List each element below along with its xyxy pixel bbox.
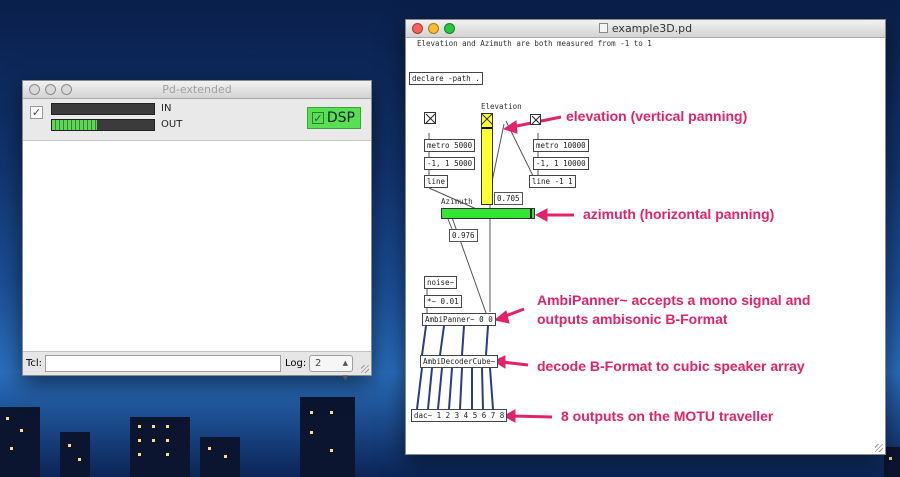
- input-level-meter: [51, 103, 155, 115]
- tcl-input[interactable]: [45, 355, 281, 372]
- metro-left[interactable]: metro 5000: [424, 139, 476, 152]
- toggle-x-icon: [425, 113, 436, 124]
- dac-annotation: 8 outputs on the MOTU traveller: [561, 408, 774, 424]
- dac-object[interactable]: dac~ 1 2 3 4 5 6 7 8: [411, 409, 508, 422]
- azimuth-number[interactable]: 0.976: [449, 229, 478, 242]
- log-label: Log:: [285, 358, 307, 369]
- patch-title: example3D.pd: [611, 22, 693, 35]
- elevation-label: Elevation: [481, 102, 522, 111]
- decoder-annotation: decode B-Format to cubic speaker array: [537, 358, 805, 374]
- azimuth-slider[interactable]: [441, 208, 535, 219]
- azimuth-label: Azimuth: [441, 197, 473, 206]
- slider-x-mark: [481, 113, 493, 125]
- zoom-button[interactable]: [61, 84, 72, 95]
- zoom-button[interactable]: [444, 23, 455, 34]
- panner-annotation-line1: AmbiPanner~ accepts a mono signal and: [537, 292, 811, 308]
- ambipanner-object[interactable]: AmbiPanner~ 0 0: [422, 313, 496, 326]
- elevation-number[interactable]: 0.705: [494, 192, 523, 205]
- azimuth-slider-knob: [529, 209, 532, 218]
- declare-object[interactable]: declare -path .: [409, 72, 483, 85]
- message-right[interactable]: -1, 1 10000: [533, 157, 589, 170]
- pd-extended-titlebar: Pd-extended: [23, 81, 371, 99]
- elevation-slider-knob: [482, 126, 492, 129]
- patch-cords: [416, 115, 574, 423]
- output-level-meter: [51, 119, 155, 131]
- resize-grip-icon[interactable]: [361, 365, 369, 373]
- minimize-button[interactable]: [45, 84, 56, 95]
- tcl-label: Tcl:: [26, 358, 43, 369]
- left-toggle[interactable]: [424, 112, 436, 124]
- meter-enable-checkbox[interactable]: ✓: [30, 106, 43, 119]
- patch-window: example3D.pd Elevation and Azimuth are b…: [405, 19, 886, 455]
- resize-grip-icon[interactable]: [875, 444, 883, 452]
- console-footer: Tcl: Log: 2 ▲ ▼: [23, 351, 371, 382]
- out-label: OUT: [161, 119, 183, 130]
- toggle-x-icon: [531, 115, 541, 125]
- elevation-annotation: elevation (vertical panning): [566, 108, 748, 124]
- dsp-checkbox[interactable]: ✓: [312, 112, 324, 124]
- patch-titlebar: example3D.pd: [406, 20, 885, 38]
- azimuth-annotation: azimuth (horizontal panning): [583, 206, 775, 222]
- log-level-value: 2: [315, 358, 322, 369]
- in-label: IN: [161, 103, 172, 114]
- close-button[interactable]: [412, 23, 423, 34]
- patch-canvas[interactable]: Elevation and Azimuth are both measured …: [406, 39, 885, 454]
- right-toggle[interactable]: [530, 114, 541, 125]
- close-button[interactable]: [29, 84, 40, 95]
- log-level-select[interactable]: 2 ▲ ▼: [309, 355, 353, 382]
- line-right[interactable]: line -1 1: [529, 175, 576, 188]
- window-title: Pd-extended: [162, 83, 232, 96]
- minimize-button[interactable]: [428, 23, 439, 34]
- noise-object[interactable]: noise~: [424, 276, 458, 289]
- panner-annotation-line2: outputs ambisonic B-Format: [537, 311, 728, 327]
- elevation-slider[interactable]: [481, 113, 493, 205]
- patch-comment: Elevation and Azimuth are both measured …: [417, 39, 652, 48]
- ambidecoder-object[interactable]: AmbiDecoderCube~: [420, 355, 499, 368]
- gain-object[interactable]: *~ 0.01: [424, 295, 462, 308]
- document-icon: [598, 23, 608, 33]
- output-level-fill: [52, 120, 97, 130]
- dsp-label: DSP: [326, 110, 355, 126]
- dsp-toggle[interactable]: ✓ DSP: [307, 107, 361, 129]
- metro-right[interactable]: metro 10000: [533, 139, 589, 152]
- meter-bar: ✓ IN OUT ✓ DSP: [23, 99, 371, 141]
- select-arrows-icon: ▲ ▼: [342, 359, 348, 382]
- line-left[interactable]: line: [424, 175, 449, 188]
- message-left[interactable]: -1, 1 5000: [424, 157, 476, 170]
- console-area: [23, 142, 371, 351]
- pd-extended-window: Pd-extended ✓ IN OUT ✓ DSP Tcl: Log: 2 ▲…: [22, 80, 372, 382]
